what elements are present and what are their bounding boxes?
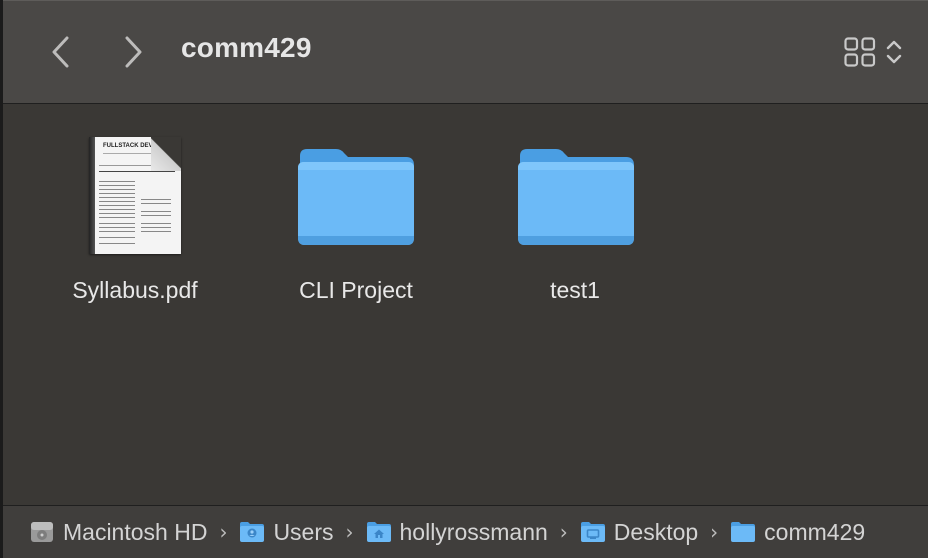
path-separator-icon: › [559, 520, 568, 544]
desktop-folder-icon [580, 522, 605, 542]
view-options-button[interactable] [844, 34, 920, 70]
file-name-label: CLI Project [299, 277, 413, 303]
hard-drive-icon [31, 522, 53, 542]
home-folder-icon [366, 522, 391, 542]
path-item-label: Desktop [613, 518, 699, 545]
path-item-comm429[interactable]: comm429 [730, 519, 865, 546]
folder-icon [480, 134, 670, 258]
pdf-document-thumbnail: FULLSTACK DEVELO [89, 137, 181, 254]
folder-icon [261, 134, 451, 258]
toolbar-highlight [3, 0, 928, 1]
chevron-right-icon [125, 36, 142, 68]
finder-window: comm429 FULLSTACK DEVELO Syllabus.pdf CL… [0, 0, 928, 558]
path-item-macintosh-hd[interactable]: Macintosh HD [29, 519, 207, 546]
forward-button[interactable] [113, 30, 153, 74]
icon-grid-view-icon [844, 37, 876, 67]
window-title: comm429 [181, 32, 312, 63]
up-down-chevron-icon [886, 40, 902, 64]
chevron-left-icon [52, 36, 69, 68]
path-item-label: hollyrossmann [399, 518, 548, 545]
file-name-label: Syllabus.pdf [72, 277, 198, 303]
path-bar: Macintosh HD › Users › hollyrossmann › D… [3, 505, 928, 558]
path-item-label: comm429 [764, 518, 866, 545]
path-separator-icon: › [710, 520, 719, 544]
path-separator-icon: › [345, 520, 354, 544]
toolbar: comm429 [3, 0, 928, 104]
path-separator-icon: › [219, 520, 228, 544]
pdf-thumbnail-icon: FULLSTACK DEVELO [40, 134, 230, 258]
path-item-label: Macintosh HD [63, 518, 208, 545]
path-item-users[interactable]: Users [239, 518, 334, 546]
path-item-hollyrossmann[interactable]: hollyrossmann [366, 519, 548, 546]
file-name-label: test1 [550, 277, 600, 303]
back-button[interactable] [41, 30, 81, 74]
path-item-desktop[interactable]: Desktop [580, 519, 698, 546]
folder-icon [731, 522, 756, 542]
path-item-label: Users [273, 518, 334, 545]
users-folder-icon [240, 522, 265, 542]
file-icon-grid: FULLSTACK DEVELO Syllabus.pdf CLI Projec… [3, 104, 928, 505]
breadcrumb: Macintosh HD › Users › hollyrossmann › D… [29, 506, 865, 558]
